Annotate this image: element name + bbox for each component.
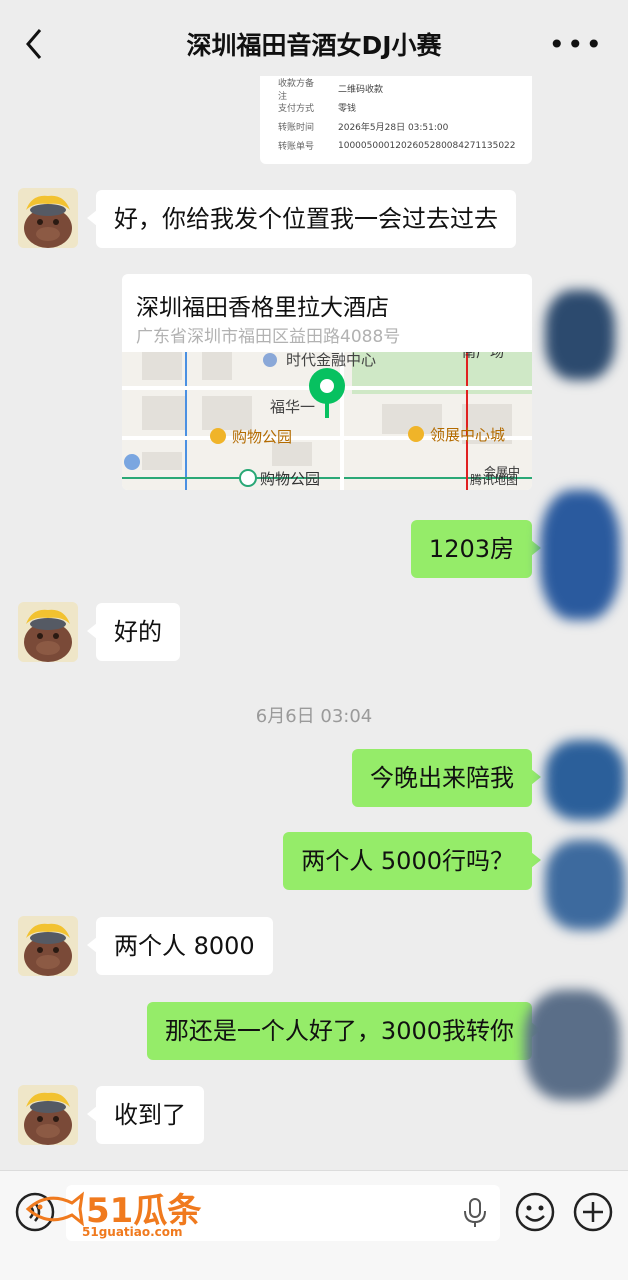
map-label: 购物公园 [260, 470, 320, 488]
map-preview: 时代金融中心 福华一 购物公园 领展中心城 购物公园 南广场 腾讯地图 会展中 [122, 352, 532, 490]
microphone-icon[interactable] [460, 1197, 490, 1229]
receipt-value: 100005000120260528008427113502​2 [338, 140, 516, 151]
obscured-avatar [545, 840, 625, 930]
location-card[interactable]: 深圳福田香格里拉大酒店 广东省深圳市福田区益田路4088号 时代金融中心 福华一… [122, 274, 532, 490]
map-label: 领展中心城 [430, 426, 505, 444]
transfer-receipt-card[interactable]: 收款方备注 二维码收款 支付方式 零钱 转账时间 2026年5月28日 03:51:0… [260, 76, 532, 164]
message-bubble-incoming[interactable]: 两个人 8000 [87, 917, 273, 975]
chat-timestamp: 6月6日 03:04 [255, 706, 373, 727]
receipt-key: 收款方备注 [278, 78, 315, 102]
location-address: 广东省深圳市福田区益田路4088号 [136, 327, 401, 347]
message-bubble-outgoing[interactable]: 1203房 [410, 520, 542, 578]
map-label: 南广场 [462, 352, 504, 361]
receipt-value: 2026年5月28日 03:51:00 [338, 123, 449, 133]
hippo-avatar-icon [18, 188, 78, 248]
message-bubble-incoming[interactable]: 好，你给我发个位置我一会过去过去 [87, 190, 516, 248]
obscured-avatar [545, 740, 625, 820]
message-bubble-incoming[interactable]: 收到了 [87, 1086, 204, 1144]
receipt-row: 转账单号 100005000120260528008427113502​2 [260, 136, 532, 155]
fish-logo-icon [25, 1191, 84, 1227]
more-dots-icon[interactable]: ••• [548, 28, 604, 61]
avatar[interactable] [18, 1085, 78, 1145]
map-label: 福华一 [270, 398, 315, 416]
receipt-value: 零钱 [338, 104, 357, 114]
avatar[interactable] [18, 188, 78, 248]
chat-header: 深圳福田音酒女DJ小赛 ••• [0, 0, 628, 86]
watermark-url: 51guatiao.com [82, 1225, 183, 1239]
emoji-icon[interactable] [514, 1191, 556, 1233]
map-label: 会展中 [484, 464, 520, 479]
location-name: 深圳福田香格里拉大酒店 [136, 295, 389, 321]
obscured-avatar [540, 490, 620, 620]
receipt-key: 转账单号 [278, 142, 315, 152]
receipt-value: 二维码收款 [338, 85, 384, 95]
avatar[interactable] [18, 916, 78, 976]
receipt-key: 转账时间 [278, 123, 315, 133]
receipt-row: 支付方式 零钱 [260, 98, 532, 117]
obscured-avatar [545, 290, 615, 380]
message-bubble-incoming[interactable]: 好的 [87, 603, 180, 661]
obscured-avatar [525, 990, 620, 1100]
message-bubble-outgoing[interactable]: 今晚出来陪我 [352, 749, 541, 807]
message-bubble-outgoing[interactable]: 那还是一个人好了，3000我转你 [146, 1002, 542, 1060]
hippo-avatar-icon [18, 602, 78, 662]
receipt-key: 支付方式 [278, 104, 315, 114]
message-bubble-outgoing[interactable]: 两个人 5000行吗？ [283, 832, 541, 890]
hippo-avatar-icon [18, 916, 78, 976]
map-label: 时代金融中心 [286, 352, 376, 369]
hippo-avatar-icon [18, 1085, 78, 1145]
chat-title: 深圳福田音酒女DJ小赛 [186, 31, 442, 60]
avatar[interactable] [18, 602, 78, 662]
plus-circle-icon[interactable] [572, 1191, 614, 1233]
receipt-row: 转账时间 2026年5月28日 03:51:00 [260, 117, 532, 136]
chat-input-bar: 51瓜条 51guatiao.com [0, 1170, 628, 1280]
watermark: 51瓜条 51guatiao.com [24, 1183, 224, 1243]
map-label: 购物公园 [232, 428, 292, 446]
receipt-row: 收款方备注 二维码收款 [260, 79, 532, 102]
